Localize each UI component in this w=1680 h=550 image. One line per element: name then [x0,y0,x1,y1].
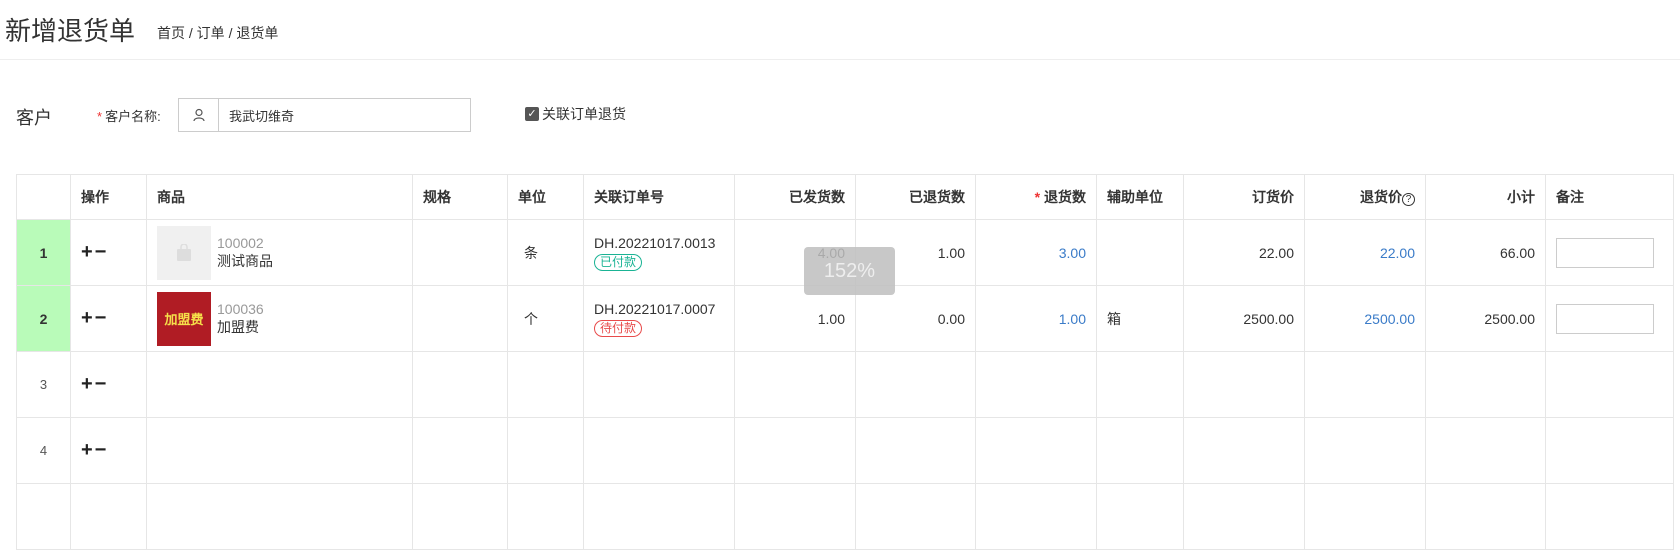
product-name: 测试商品 [217,252,273,269]
table-row: 4 +− [16,417,1674,484]
table-row: 3 +− [16,351,1674,418]
order-no-cell: DH.20221017.0013 已付款 [583,219,735,286]
order-no-cell: DH.20221017.0007 待付款 [583,285,735,352]
shipped-cell: 1.00 [734,285,856,352]
product-thumbnail: 加盟费 [157,291,211,346]
note-cell [1545,219,1674,286]
customer-name-label: * 客户名称: [97,109,161,124]
product-code: 100002 [217,234,264,251]
unit-cell: 条 [507,219,584,286]
return-qty-cell[interactable]: 3.00 [975,219,1097,286]
status-badge: 待付款 [594,319,643,337]
add-remove-buttons[interactable]: +− [81,373,108,395]
col-header-order-price: 订货价 [1183,174,1305,220]
page-header: 新增退货单 首页 / 订单 / 退货单 [0,0,1680,60]
help-icon[interactable]: ? [1402,193,1415,206]
order-no[interactable]: DH.20221017.0013 [594,235,734,251]
required-mark: * [1034,189,1044,205]
product-thumbnail [157,225,211,280]
note-input[interactable] [1556,237,1654,268]
aux-unit-cell: 箱 [1096,285,1184,352]
col-header-product: 商品 [146,174,413,220]
link-order-return[interactable]: ✓ 关联订单退货 [525,104,626,124]
row-number: 1 [16,219,71,286]
row-number: 2 [16,285,71,352]
col-header-note: 备注 [1545,174,1674,220]
col-header-aux-unit: 辅助单位 [1096,174,1184,220]
col-header-order-no: 关联订单号 [583,174,735,220]
bag-icon [177,243,191,261]
order-no[interactable]: DH.20221017.0007 [594,301,734,317]
row-ops: +− [70,351,147,418]
order-price-cell: 2500.00 [1183,285,1305,352]
customer-name-field[interactable]: 我武切维奇 [178,98,471,132]
breadcrumb: 首页 / 订单 / 退货单 [157,24,279,41]
col-header-subtotal: 小计 [1425,174,1546,220]
return-price-cell[interactable]: 2500.00 [1304,285,1426,352]
row-number: 3 [16,351,71,418]
page-title: 新增退货单 [5,16,136,46]
product-code: 100036 [217,300,264,317]
subtotal-cell: 66.00 [1425,219,1546,286]
required-mark: * [97,109,103,124]
product-name: 加盟费 [217,318,259,335]
col-header-returned: 已退货数 [855,174,976,220]
col-header-shipped: 已发货数 [734,174,856,220]
table-header-row: 操作 商品 规格 单位 关联订单号 已发货数 已退货数 * 退货数 辅助单位 订… [16,174,1674,220]
table-row: 2 +− 加盟费 100036 加盟费 个 DH.20221017.0007 待 [16,285,1674,352]
zoom-indicator: 152% [804,247,895,295]
return-price-cell[interactable]: 22.00 [1304,219,1426,286]
note-cell [1545,285,1674,352]
order-price-cell: 22.00 [1183,219,1305,286]
customer-name-input[interactable]: 我武切维奇 [219,99,470,131]
link-order-checkbox[interactable]: ✓ [525,107,539,121]
subtotal-cell: 2500.00 [1425,285,1546,352]
product-cell: 100002 测试商品 [146,219,413,286]
table-row [16,483,1674,550]
col-header-spec: 规格 [412,174,508,220]
return-items-table: 操作 商品 规格 单位 关联订单号 已发货数 已退货数 * 退货数 辅助单位 订… [16,174,1674,550]
return-qty-cell[interactable]: 1.00 [975,285,1097,352]
col-header-return-price: 退货价? [1304,174,1426,220]
unit-cell: 个 [507,285,584,352]
aux-unit-cell [1096,219,1184,286]
row-ops: +− [70,219,147,286]
returned-cell: 0.00 [855,285,976,352]
customer-row: 客户 * 客户名称: 我武切维奇 ✓ 关联订单退货 [0,96,1680,132]
add-remove-buttons[interactable]: +− [81,241,108,263]
row-ops: +− [70,417,147,484]
link-order-label: 关联订单退货 [542,106,626,122]
status-badge: 已付款 [594,253,643,271]
row-ops: +− [70,285,147,352]
col-header-return-qty: * 退货数 [975,174,1097,220]
col-header-index [16,174,71,220]
user-icon [179,99,219,131]
col-header-ops: 操作 [70,174,147,220]
note-input[interactable] [1556,303,1654,334]
add-remove-buttons[interactable]: +− [81,439,108,461]
product-cell: 加盟费 100036 加盟费 [146,285,413,352]
spec-cell [412,285,508,352]
customer-section-label: 客户 [16,108,52,128]
add-remove-buttons[interactable]: +− [81,307,108,329]
col-header-unit: 单位 [507,174,584,220]
spec-cell [412,219,508,286]
row-number: 4 [16,417,71,484]
